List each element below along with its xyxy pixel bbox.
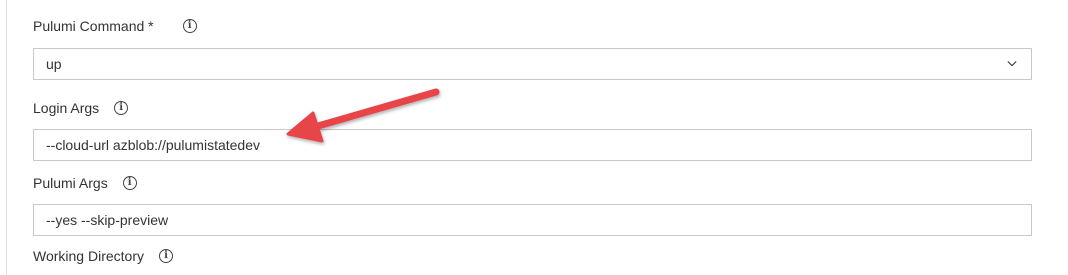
login-args-label: Login Args bbox=[33, 100, 100, 116]
working-directory-label: Working Directory bbox=[33, 248, 144, 264]
pulumi-args-label-row: Pulumi Args i bbox=[33, 172, 137, 194]
login-args-input[interactable]: --cloud-url azblob://pulumistatedev bbox=[33, 129, 1032, 161]
info-icon[interactable]: i bbox=[114, 101, 129, 115]
login-args-value: --cloud-url azblob://pulumistatedev bbox=[46, 137, 260, 153]
pulumi-command-value: up bbox=[46, 56, 62, 72]
pulumi-task-form: Pulumi Command * i up Login Args i --clo… bbox=[0, 0, 1068, 275]
pulumi-command-label-row: Pulumi Command * i bbox=[33, 15, 197, 37]
info-icon[interactable]: i bbox=[159, 249, 173, 263]
panel-divider bbox=[6, 0, 7, 275]
pulumi-args-value: --yes --skip-preview bbox=[46, 212, 169, 228]
pulumi-command-select[interactable]: up bbox=[33, 48, 1032, 80]
pulumi-args-label: Pulumi Args bbox=[33, 175, 108, 191]
working-directory-label-row: Working Directory i bbox=[33, 245, 173, 267]
info-icon[interactable]: i bbox=[182, 19, 197, 33]
login-args-label-row: Login Args i bbox=[33, 97, 129, 119]
pulumi-args-input[interactable]: --yes --skip-preview bbox=[33, 204, 1032, 236]
pulumi-command-label: Pulumi Command * bbox=[33, 18, 154, 34]
info-icon[interactable]: i bbox=[122, 176, 137, 190]
chevron-down-icon[interactable] bbox=[1007, 59, 1017, 69]
